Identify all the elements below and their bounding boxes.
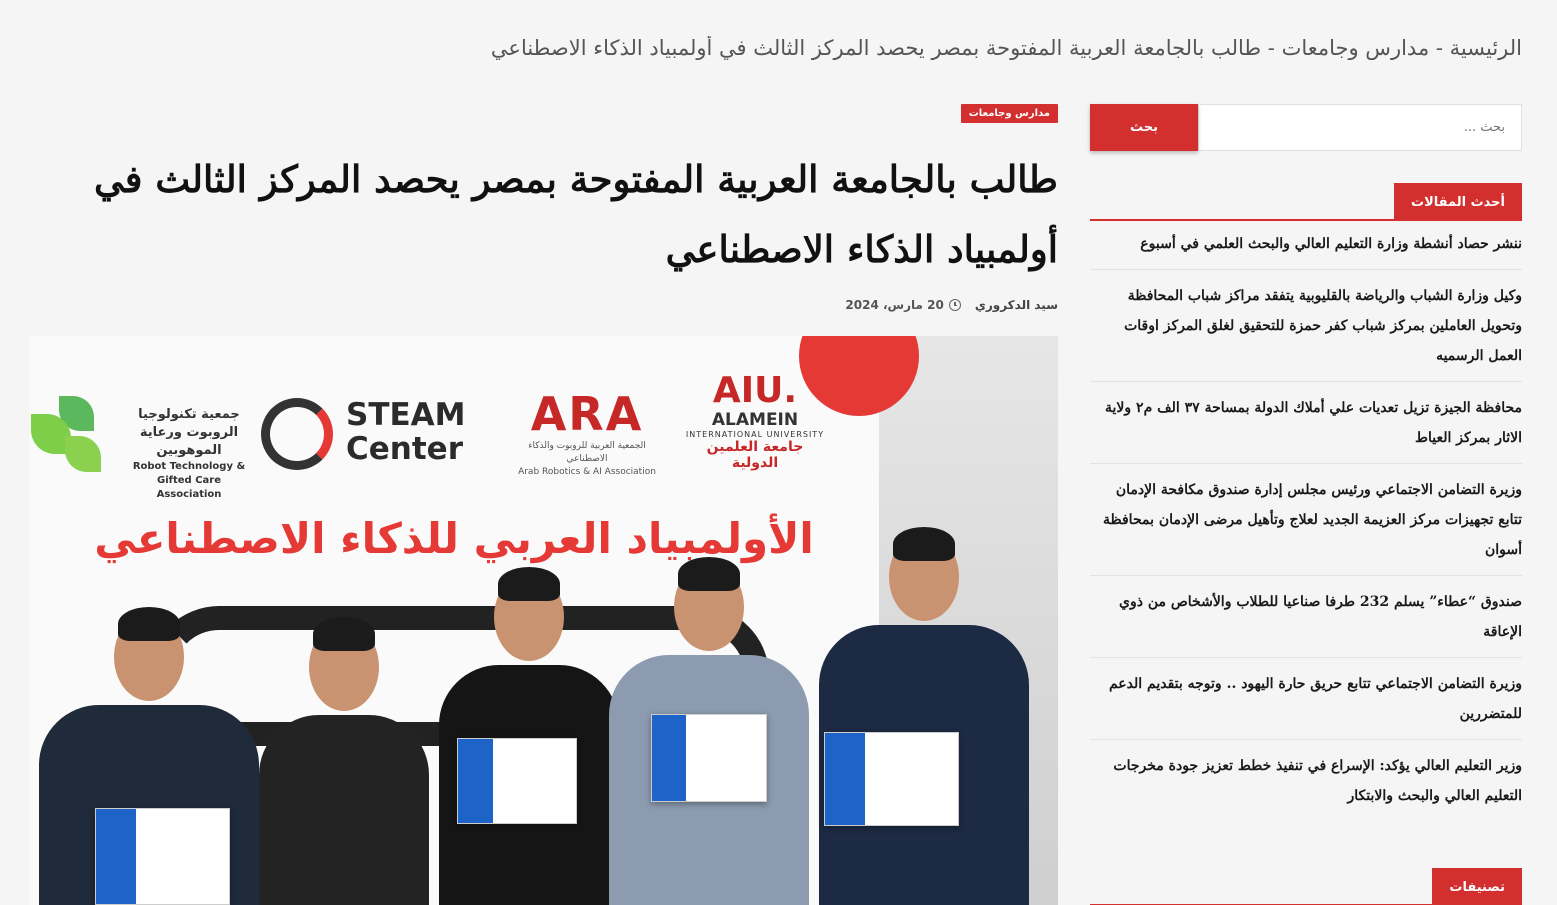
robot-association-logo: جمعية تكنولوجيا الروبوت ورعاية الموهوبين… bbox=[124, 406, 254, 502]
publish-date: 20 مارس، 2024 bbox=[845, 298, 961, 312]
publish-date-text: 20 مارس، 2024 bbox=[845, 298, 944, 312]
robot-association-arabic: جمعية تكنولوجيا الروبوت ورعاية الموهوبين bbox=[138, 407, 240, 458]
aiu-subtitle: INTERNATIONAL UNIVERSITY bbox=[685, 430, 825, 439]
breadcrumb-home[interactable]: الرئيسية bbox=[1450, 36, 1522, 60]
categories-title: تصنيفات bbox=[1432, 868, 1522, 905]
certificate bbox=[95, 808, 230, 905]
olympiad-banner-title: الأولمبياد العربي للذكاء الاصطناعي bbox=[94, 514, 814, 563]
steam-line2: Center bbox=[346, 431, 463, 467]
author-name[interactable]: سيد الدكروري bbox=[975, 298, 1058, 312]
article-photo: جمعية تكنولوجيا الروبوت ورعاية الموهوبين… bbox=[29, 336, 1058, 905]
aiu-name: ALAMEIN bbox=[711, 410, 799, 430]
latest-articles-header: أحدث المقالات bbox=[1090, 183, 1522, 221]
article-headline: طالب بالجامعة العربية المفتوحة بمصر يحصد… bbox=[93, 157, 1058, 271]
ara-english: Arab Robotics & AI Association bbox=[518, 467, 656, 477]
breadcrumb-separator: - bbox=[1261, 36, 1282, 60]
clock-icon bbox=[948, 299, 961, 311]
list-item[interactable]: وزير التعليم العالي يؤكد: الإسراع في تنف… bbox=[1090, 740, 1522, 821]
list-item[interactable]: وزيرة التضامن الاجتماعي ورئيس مجلس إدارة… bbox=[1090, 464, 1522, 576]
breadcrumb-current: طالب بالجامعة العربية المفتوحة بمصر يحصد… bbox=[490, 36, 1262, 60]
ara-arabic: الجمعية العربية للروبوت والذكاء الاصطناع… bbox=[528, 441, 646, 464]
ara-logo: ARA الجمعية العربية للروبوت والذكاء الاص… bbox=[507, 388, 667, 479]
student-figure bbox=[259, 617, 429, 905]
steam-center-logo: STEAM Center bbox=[261, 394, 481, 474]
certificate bbox=[457, 738, 577, 824]
list-item[interactable]: وكيل وزارة الشباب والرياضة بالقليوبية يت… bbox=[1090, 270, 1522, 382]
list-item[interactable]: ننشر حصاد أنشطة وزارة التعليم العالي وال… bbox=[1090, 221, 1522, 270]
breadcrumb-separator: - bbox=[1429, 36, 1450, 60]
sidebar: بحث أحدث المقالات ننشر حصاد أنشطة وزارة … bbox=[1090, 104, 1522, 905]
search-form: بحث bbox=[1090, 104, 1522, 151]
robot-association-english: Robot Technology & Gifted Care Associati… bbox=[132, 461, 246, 500]
breadcrumb-section[interactable]: مدارس وجامعات bbox=[1282, 36, 1430, 60]
categories-header: تصنيفات bbox=[1090, 868, 1522, 905]
aiu-arabic: جامعة العلمين الدولية bbox=[706, 439, 804, 471]
sponsor-logos: جمعية تكنولوجيا الروبوت ورعاية الموهوبين… bbox=[29, 366, 1058, 500]
aiu-mark: AIU. bbox=[712, 370, 798, 411]
latest-articles-title: أحدث المقالات bbox=[1394, 183, 1522, 221]
latest-articles-list: ننشر حصاد أنشطة وزارة التعليم العالي وال… bbox=[1090, 221, 1522, 821]
steam-line1: STEAM bbox=[346, 397, 466, 433]
ara-mark: ARA bbox=[530, 387, 644, 441]
list-item[interactable]: محافظة الجيزة تزيل تعديات علي أملاك الدو… bbox=[1090, 382, 1522, 464]
category-badge[interactable]: مدارس وجامعات bbox=[960, 104, 1058, 123]
search-input[interactable] bbox=[1198, 104, 1522, 151]
aiu-logo: AIU. ALAMEIN INTERNATIONAL UNIVERSITY جا… bbox=[685, 370, 825, 472]
article-meta: سيد الدكروري 20 مارس، 2024 bbox=[845, 298, 1058, 312]
breadcrumb: الرئيسية - مدارس وجامعات - طالب بالجامعة… bbox=[30, 36, 1522, 60]
list-item[interactable]: وزيرة التضامن الاجتماعي تتابع حريق حارة … bbox=[1090, 658, 1522, 740]
certificate bbox=[651, 714, 767, 802]
leaf-logo bbox=[31, 394, 106, 479]
steam-logo-icon bbox=[261, 398, 333, 470]
search-button[interactable]: بحث bbox=[1090, 104, 1198, 151]
list-item[interactable]: صندوق “عطاء” يسلم 232 طرفا صناعيا للطلاب… bbox=[1090, 576, 1522, 658]
certificate bbox=[824, 732, 959, 826]
